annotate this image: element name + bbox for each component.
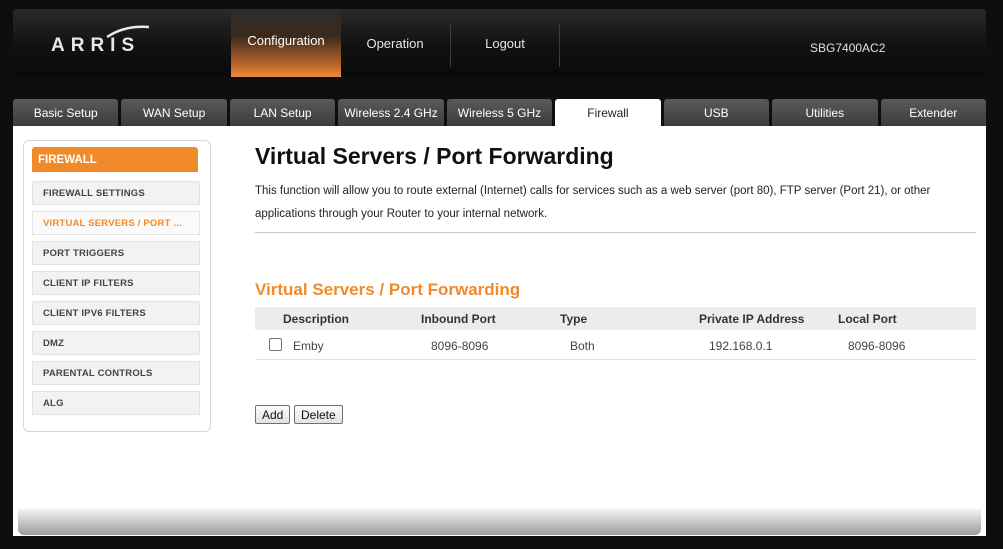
tab-lan-setup[interactable]: LAN Setup [229, 99, 336, 126]
cell-private-ip: 192.168.0.1 [709, 339, 773, 353]
main-tabs: Basic Setup WAN Setup LAN Setup Wireless… [13, 99, 986, 126]
tab-usb[interactable]: USB [663, 99, 770, 126]
sidebar-item-parental-controls[interactable]: PARENTAL CONTROLS [32, 361, 200, 385]
divider [255, 232, 976, 233]
cell-description: Emby [293, 339, 324, 353]
tab-utilities[interactable]: Utilities [772, 99, 878, 126]
sidebar-item-port-triggers[interactable]: PORT TRIGGERS [32, 241, 200, 265]
sidebar-item-firewall-settings[interactable]: FIREWALL SETTINGS [32, 181, 200, 205]
model-name: SBG7400AC2 [810, 41, 886, 55]
arris-logo: ARRIS [51, 35, 141, 56]
footer-bar [18, 509, 981, 535]
table-header: Description Inbound Port Type Private IP… [255, 307, 976, 330]
nav-divider [450, 23, 451, 67]
sidebar-item-client-ip-filters[interactable]: CLIENT IP FILTERS [32, 271, 200, 295]
page-title: Virtual Servers / Port Forwarding [255, 143, 614, 169]
sidebar-item-dmz[interactable]: DMZ [32, 331, 200, 355]
tab-wireless-24ghz[interactable]: Wireless 2.4 GHz [338, 99, 444, 126]
nav-logout-label: Logout [485, 35, 525, 51]
sidebar-item-client-ipv6-filters[interactable]: CLIENT IPV6 FILTERS [32, 301, 200, 325]
nav-operation[interactable]: Operation [343, 9, 447, 77]
nav-operation-label: Operation [366, 35, 424, 51]
nav-configuration-label: Configuration [247, 32, 325, 48]
column-header-local-port: Local Port [838, 312, 897, 326]
nav-logout[interactable]: Logout [453, 9, 557, 77]
cell-inbound-port: 8096-8096 [431, 339, 489, 353]
tab-wan-setup[interactable]: WAN Setup [121, 99, 227, 126]
sidebar: FIREWALL FIREWALL SETTINGS VIRTUAL SERVE… [23, 140, 211, 432]
content-panel: FIREWALL FIREWALL SETTINGS VIRTUAL SERVE… [13, 126, 986, 536]
page-description: This function will allow you to route ex… [255, 185, 931, 220]
tab-wireless-5ghz[interactable]: Wireless 5 GHz [446, 99, 553, 126]
nav-divider [559, 23, 560, 67]
nav-configuration[interactable]: Configuration [231, 9, 341, 77]
column-header-description: Description [283, 312, 350, 326]
row-select-checkbox[interactable] [269, 338, 282, 351]
column-header-private-ip: Private IP Address [699, 312, 805, 326]
cell-type: Both [570, 339, 595, 353]
tab-firewall[interactable]: Firewall [555, 99, 661, 126]
sidebar-title: FIREWALL [32, 147, 198, 172]
column-header-inbound-port: Inbound Port [421, 312, 496, 326]
delete-button[interactable]: Delete [294, 405, 343, 424]
tab-extender[interactable]: Extender [880, 99, 986, 126]
header-bar: ARRIS Configuration Operation Logout SBG… [13, 9, 986, 77]
column-header-type: Type [560, 312, 588, 326]
cell-local-port: 8096-8096 [848, 339, 906, 353]
sidebar-item-virtual-servers[interactable]: VIRTUAL SERVERS / PORT ... [32, 211, 200, 235]
section-title: Virtual Servers / Port Forwarding [255, 280, 521, 299]
table-row: Emby 8096-8096 Both 192.168.0.1 8096-809… [255, 330, 976, 360]
port-forwarding-table: Description Inbound Port Type Private IP… [255, 307, 976, 360]
tab-basic-setup[interactable]: Basic Setup [13, 99, 119, 126]
add-button[interactable]: Add [255, 405, 291, 424]
sidebar-item-alg[interactable]: ALG [32, 391, 200, 415]
